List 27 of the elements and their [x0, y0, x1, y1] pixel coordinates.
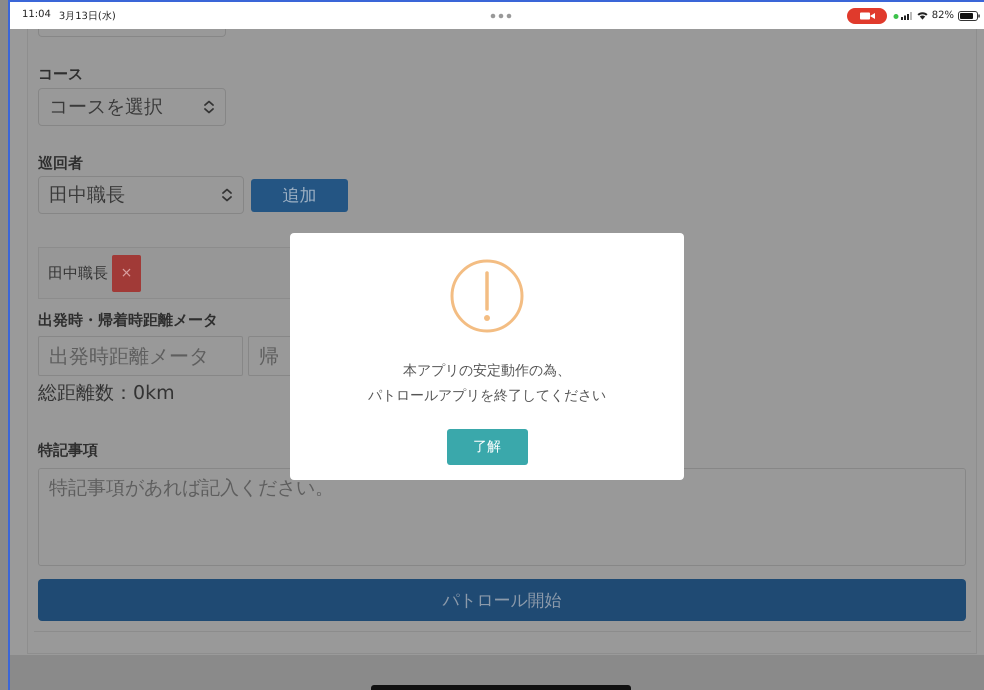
- clock-time: 11:04: [22, 8, 51, 22]
- total-distance: 総距離数：0km: [38, 381, 175, 406]
- start-patrol-button[interactable]: パトロール開始: [38, 579, 966, 621]
- battery-percentage: 82%: [932, 10, 954, 21]
- warning-icon: [450, 259, 524, 333]
- dialog-message: 本アプリの安定動作の為、 パトロールアプリを終了してください: [368, 362, 606, 406]
- up-down-chevron-icon: [221, 188, 233, 202]
- battery-icon: [958, 10, 980, 20]
- multitasking-dots-icon[interactable]: [490, 12, 512, 18]
- member-name: 田中職長: [48, 264, 108, 282]
- field-label: 出発時・帰着時距離メータ: [38, 310, 218, 330]
- up-down-chevron-icon: [203, 100, 215, 114]
- input-field[interactable]: 出発時距離メータ: [38, 336, 243, 376]
- wifi-icon: [916, 11, 928, 20]
- select-field[interactable]: コースを選択: [38, 88, 226, 126]
- add-button[interactable]: 追加: [251, 178, 348, 212]
- ok-button[interactable]: 了解: [446, 429, 528, 465]
- select-field[interactable]: 田中職長: [38, 176, 244, 214]
- field-label: コース: [38, 64, 83, 84]
- field-label: 巡回者: [38, 153, 83, 173]
- cellular-signal-icon: [892, 12, 913, 20]
- select-field[interactable]: [38, 29, 226, 37]
- camera-recording-icon[interactable]: [846, 8, 887, 24]
- field-label: 特記事項: [38, 440, 98, 460]
- notes-field[interactable]: 特記事項があれば記入ください。: [38, 468, 966, 566]
- status-date: 3月13日(水): [58, 10, 116, 22]
- remove-button[interactable]: ×: [112, 254, 141, 292]
